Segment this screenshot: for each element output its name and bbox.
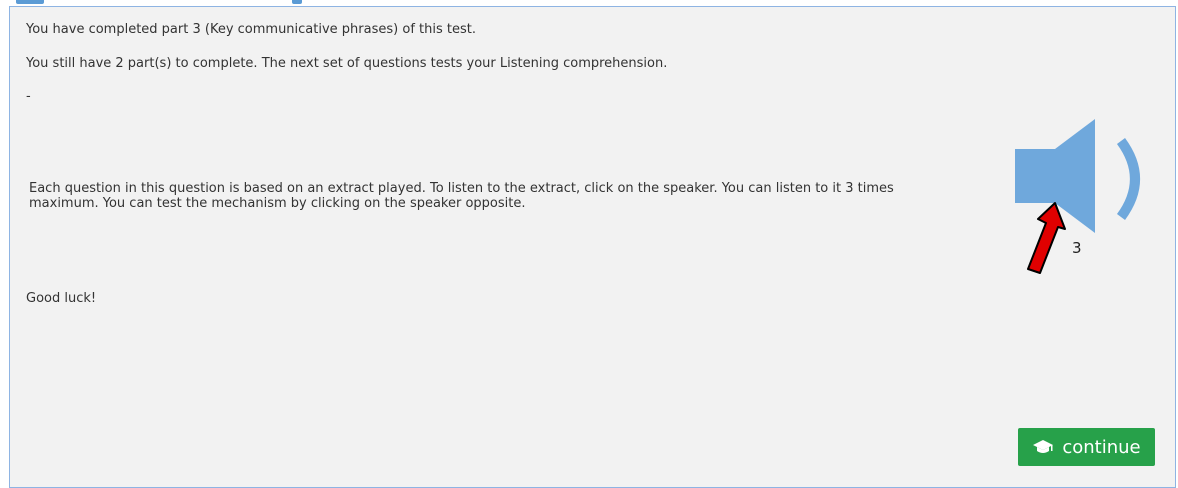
listening-instructions: Each question in this question is based …	[29, 181, 894, 211]
test-info-panel: You have completed part 3 (Key communica…	[9, 6, 1176, 488]
plays-remaining-count: 3	[1072, 239, 1082, 257]
red-arrow-icon	[1020, 199, 1080, 279]
completed-part-text: You have completed part 3 (Key communica…	[26, 22, 476, 37]
header-fragment	[16, 0, 44, 4]
header-fragment	[292, 0, 302, 4]
remaining-parts-text: You still have 2 part(s) to complete. Th…	[26, 56, 668, 71]
graduation-cap-icon	[1032, 439, 1054, 455]
continue-label: continue	[1062, 436, 1141, 458]
good-luck-text: Good luck!	[26, 291, 97, 306]
continue-button[interactable]: continue	[1018, 428, 1155, 466]
separator-dash: -	[26, 89, 31, 104]
